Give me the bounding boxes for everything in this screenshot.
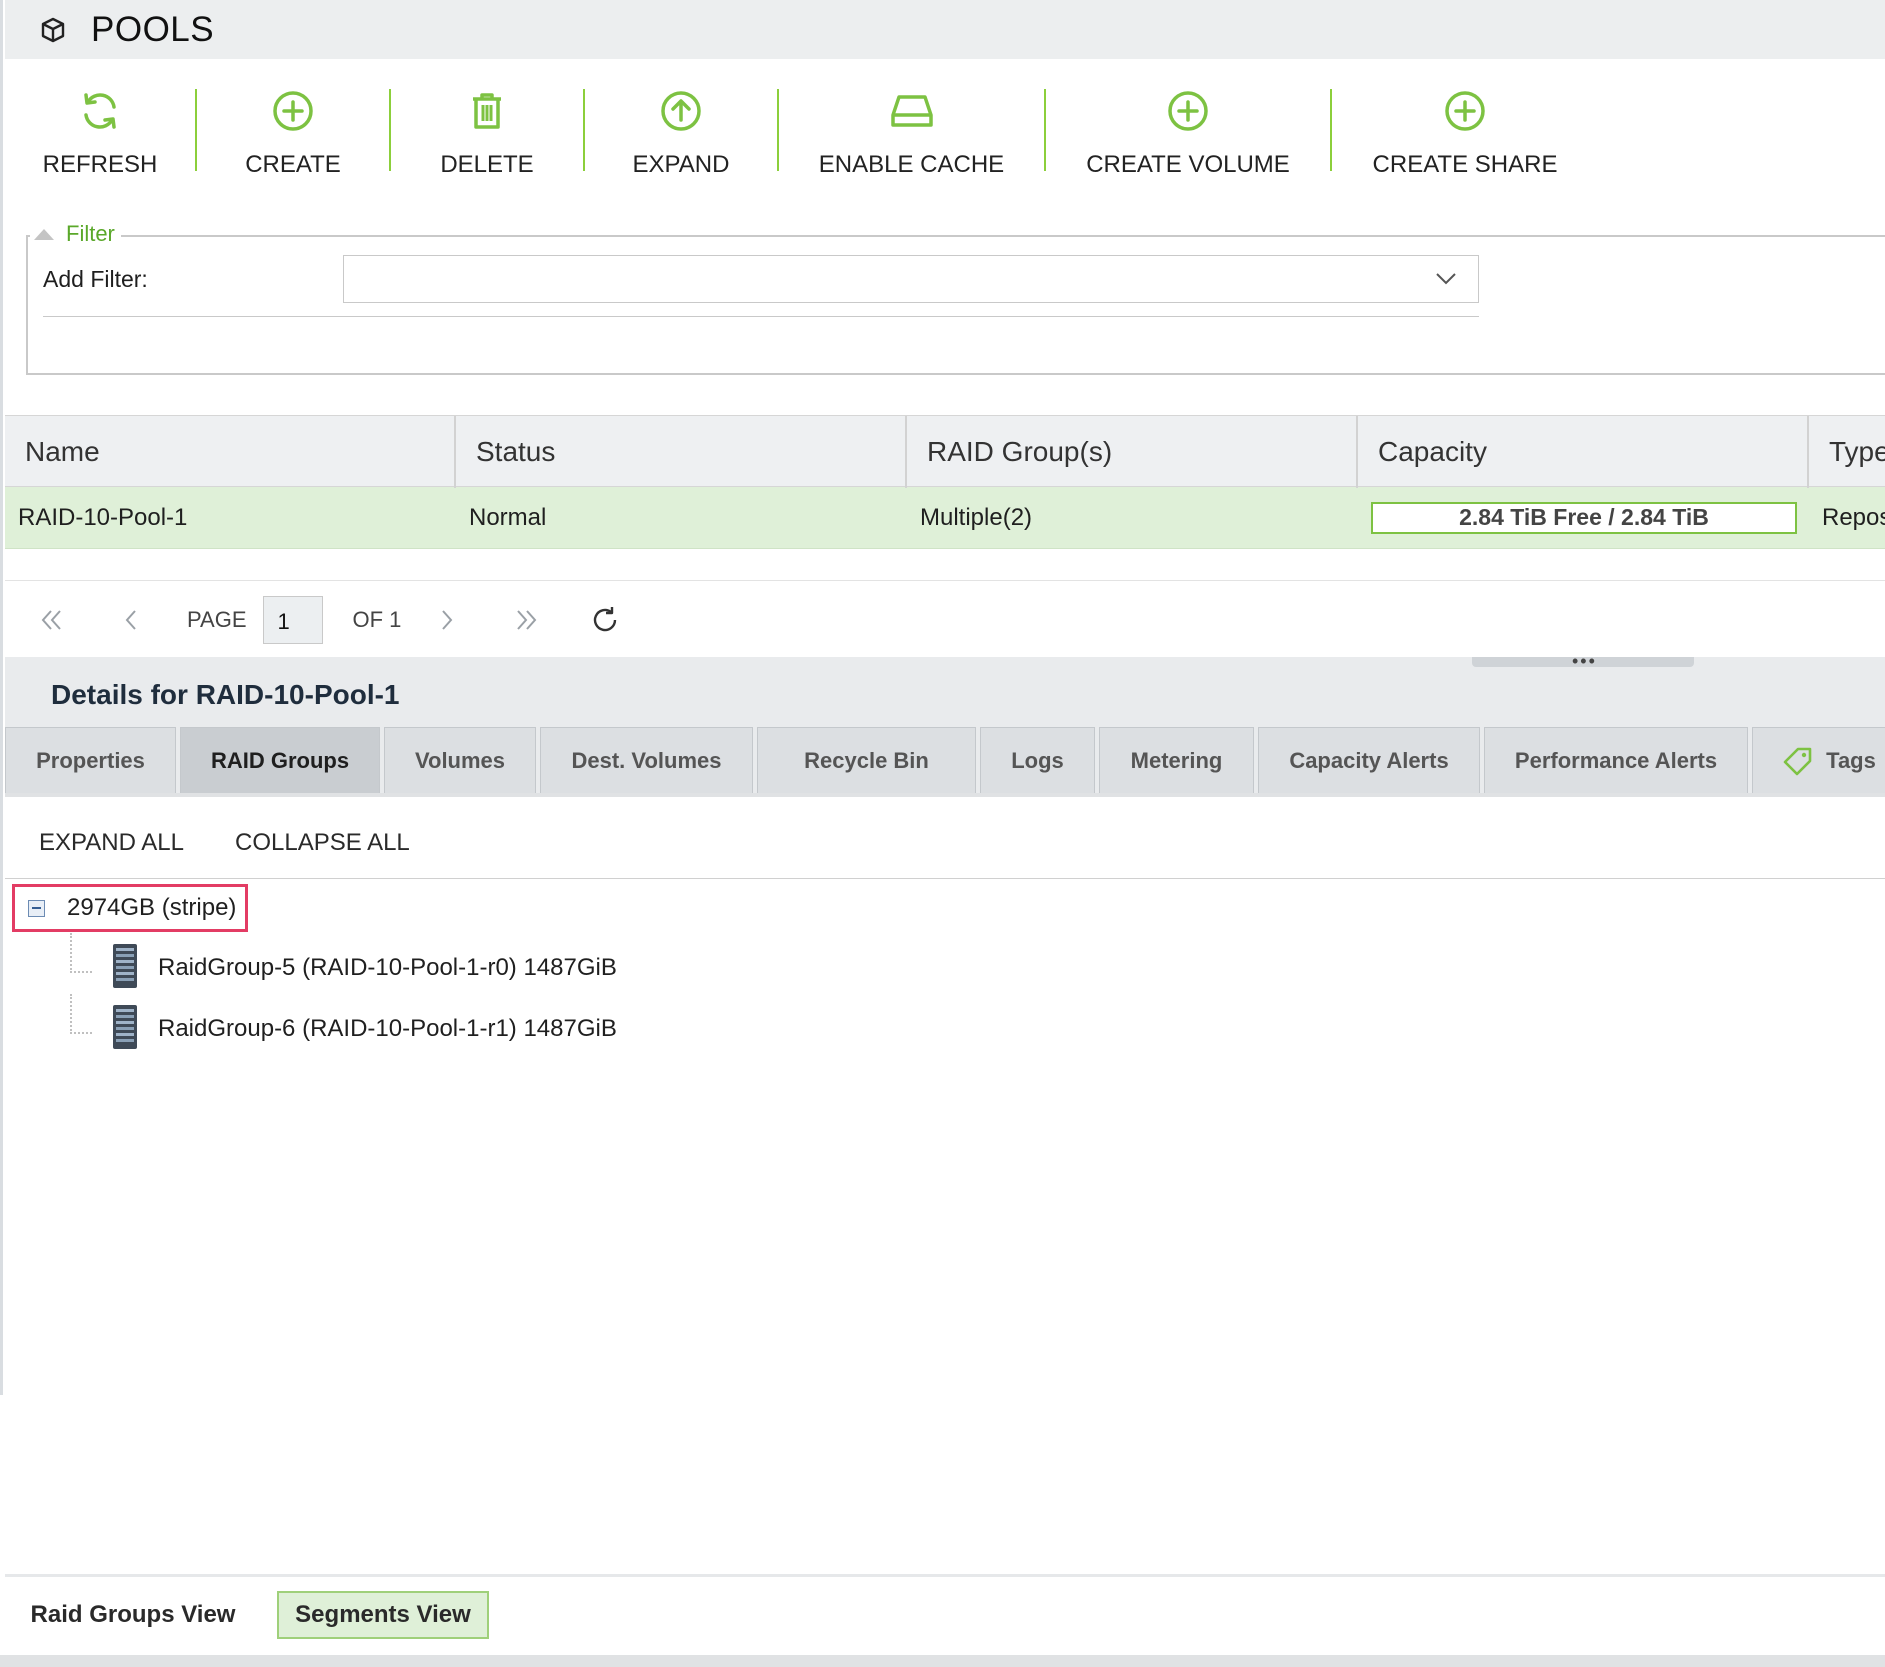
- segments-view-button[interactable]: Segments View: [277, 1591, 489, 1639]
- chevron-right-icon: [442, 610, 453, 630]
- filter-toggle[interactable]: Filter: [30, 221, 121, 247]
- bottom-strip: [0, 1655, 1885, 1667]
- expand-label: EXPAND: [632, 151, 730, 178]
- tree-node-label: RaidGroup-5 (RAID-10-Pool-1-r0) 1487GiB: [158, 954, 617, 981]
- cell-status: Normal: [469, 503, 547, 531]
- collapse-triangle-icon: [34, 228, 54, 240]
- pools-grid: Name Status RAID Group(s) Capacity Type …: [5, 415, 1885, 549]
- title-bar: POOLS: [5, 0, 1885, 59]
- refresh-button[interactable]: REFRESH: [5, 59, 195, 179]
- cell-capacity: 2.84 TiB Free / 2.84 TiB: [1358, 501, 1809, 534]
- cell-name: RAID-10-Pool-1: [18, 503, 188, 531]
- drive-icon: [888, 87, 936, 135]
- arrow-up-circle-icon: [657, 87, 705, 135]
- create-volume-button[interactable]: CREATE VOLUME: [1046, 59, 1330, 179]
- tab-properties[interactable]: Properties: [5, 727, 176, 793]
- plus-circle-icon: [269, 87, 317, 135]
- tab-raid-groups[interactable]: RAID Groups: [180, 727, 380, 793]
- page-title: POOLS: [91, 9, 215, 49]
- tab-capacity-alerts[interactable]: Capacity Alerts: [1258, 727, 1480, 793]
- table-row[interactable]: RAID-10-Pool-1 Normal Multiple(2) 2.84 T…: [5, 487, 1885, 549]
- tree-actions: EXPAND ALL COLLAPSE ALL: [5, 797, 1885, 879]
- collapse-all-button[interactable]: COLLAPSE ALL: [235, 829, 410, 857]
- reload-button[interactable]: [589, 604, 621, 636]
- reload-icon: [594, 607, 617, 632]
- refresh-label: REFRESH: [42, 151, 158, 178]
- disk-array-icon: [110, 1003, 140, 1056]
- add-filter-select[interactable]: [343, 255, 1479, 303]
- double-chevron-right-icon: [517, 610, 537, 630]
- tab-metering[interactable]: Metering: [1099, 727, 1254, 793]
- tree-root-label: 2974GB (stripe): [67, 894, 237, 921]
- capacity-bar: 2.84 TiB Free / 2.84 TiB: [1371, 501, 1797, 534]
- filter-legend-label: Filter: [66, 221, 115, 246]
- expand-all-button[interactable]: EXPAND ALL: [39, 829, 184, 857]
- toolbar: REFRESH CREATE DELETE EXPAND ENABLE CACH…: [5, 59, 1885, 179]
- page-label: PAGE: [187, 607, 247, 632]
- plus-circle-icon: [1441, 87, 1489, 135]
- previous-page-button[interactable]: [117, 605, 147, 635]
- tree-root-node[interactable]: 2974GB (stripe): [12, 884, 248, 932]
- plus-circle-icon: [1164, 87, 1212, 135]
- tag-icon: [1783, 747, 1812, 775]
- create-label: CREATE: [245, 151, 341, 178]
- create-share-button[interactable]: CREATE SHARE: [1332, 59, 1598, 179]
- create-button[interactable]: CREATE: [197, 59, 389, 179]
- left-edge: [0, 0, 3, 1395]
- tab-recycle-bin[interactable]: Recycle Bin: [757, 727, 976, 793]
- cube-icon: [37, 14, 69, 46]
- tab-tags-label: Tags: [1826, 747, 1876, 773]
- add-filter-label: Add Filter:: [43, 266, 148, 292]
- pager: PAGE 1 OF 1: [5, 590, 1885, 650]
- tree-connector: [70, 994, 92, 1034]
- chevron-left-icon: [125, 610, 136, 630]
- tree-node-raidgroup-5[interactable]: RaidGroup-5 (RAID-10-Pool-1-r0) 1487GiB: [70, 933, 617, 996]
- column-header-status[interactable]: Status: [456, 416, 907, 488]
- details-title: Details for RAID-10-Pool-1: [51, 679, 400, 710]
- collapse-toggle-icon[interactable]: [28, 899, 45, 917]
- disk-array-icon: [110, 942, 140, 995]
- next-page-button[interactable]: [431, 605, 461, 635]
- tree-node-label: RaidGroup-6 (RAID-10-Pool-1-r1) 1487GiB: [158, 1015, 617, 1042]
- column-header-capacity[interactable]: Capacity: [1358, 416, 1809, 488]
- view-switcher: Raid Groups View Segments View: [5, 1577, 1885, 1655]
- column-header-name[interactable]: Name: [5, 416, 456, 488]
- refresh-icon: [76, 87, 124, 135]
- tab-logs[interactable]: Logs: [980, 727, 1095, 793]
- page-total-label: OF 1: [352, 607, 402, 632]
- first-page-button[interactable]: [37, 605, 67, 635]
- chevron-down-icon: [1434, 268, 1458, 293]
- raid-groups-view-button[interactable]: Raid Groups View: [23, 1591, 243, 1639]
- last-page-button[interactable]: [511, 605, 541, 635]
- enable-cache-label: ENABLE CACHE: [818, 151, 1005, 178]
- tab-tags[interactable]: Tags: [1752, 727, 1885, 793]
- grid-divider: [5, 580, 1885, 581]
- trash-icon: [463, 87, 511, 135]
- grid-header: Name Status RAID Group(s) Capacity Type: [5, 415, 1885, 488]
- expand-button[interactable]: EXPAND: [585, 59, 777, 179]
- delete-label: DELETE: [440, 151, 534, 178]
- enable-cache-button[interactable]: ENABLE CACHE: [779, 59, 1044, 179]
- filter-divider: [43, 316, 1479, 317]
- cell-type: Repos: [1822, 503, 1885, 531]
- tree-node-raidgroup-6[interactable]: RaidGroup-6 (RAID-10-Pool-1-r1) 1487GiB: [70, 994, 617, 1057]
- tree-connector: [70, 933, 92, 973]
- delete-button[interactable]: DELETE: [391, 59, 583, 179]
- tab-volumes[interactable]: Volumes: [384, 727, 536, 793]
- double-chevron-left-icon: [41, 610, 61, 630]
- tab-performance-alerts[interactable]: Performance Alerts: [1484, 727, 1748, 793]
- page-number-input[interactable]: 1: [262, 596, 323, 644]
- create-share-label: CREATE SHARE: [1372, 151, 1558, 178]
- panel-splitter[interactable]: •••: [5, 651, 1885, 671]
- details-tabs: Properties RAID Groups Volumes Dest. Vol…: [5, 727, 1885, 793]
- column-header-type[interactable]: Type: [1809, 416, 1885, 488]
- tab-dest-volumes[interactable]: Dest. Volumes: [540, 727, 753, 793]
- cell-raid-groups: Multiple(2): [920, 503, 1033, 531]
- column-header-raid-groups[interactable]: RAID Group(s): [907, 416, 1358, 488]
- create-volume-label: CREATE VOLUME: [1086, 151, 1290, 178]
- ellipsis-icon: •••: [1572, 651, 1597, 671]
